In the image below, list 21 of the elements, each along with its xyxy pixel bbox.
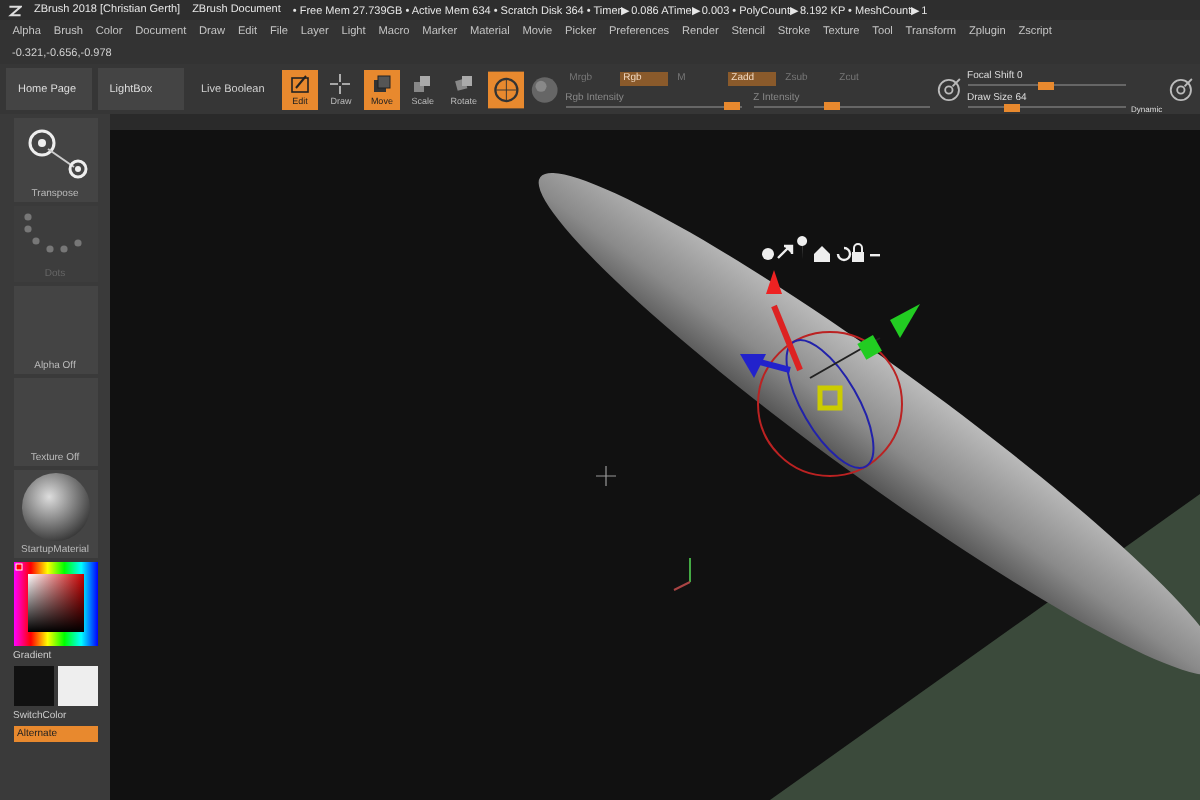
crosshair-icon (330, 73, 351, 93)
material-button[interactable] (487, 69, 524, 109)
sphere-icon[interactable] (529, 73, 560, 105)
transpose-gizmo[interactable] (740, 270, 920, 477)
secondary-color-swatch[interactable] (57, 666, 97, 706)
rotate-icon (453, 73, 474, 93)
target-icon[interactable] (1168, 75, 1194, 103)
move-icon (371, 73, 392, 93)
slider-thumb[interactable] (1038, 81, 1055, 89)
main-color-swatch[interactable] (13, 666, 53, 706)
scale-icon (412, 73, 433, 93)
target-icon[interactable] (935, 75, 962, 103)
slider-thumb[interactable] (724, 102, 741, 110)
cursor-crosshair (595, 465, 617, 487)
slider-thumb[interactable] (1003, 103, 1020, 111)
pencil-frame-icon (290, 73, 311, 93)
slider-thumb[interactable] (824, 102, 841, 110)
logo-icon (8, 3, 22, 17)
color-picker[interactable] (13, 562, 97, 646)
axis-indicator (673, 557, 691, 591)
gizmo-toolbar[interactable] (762, 236, 880, 262)
